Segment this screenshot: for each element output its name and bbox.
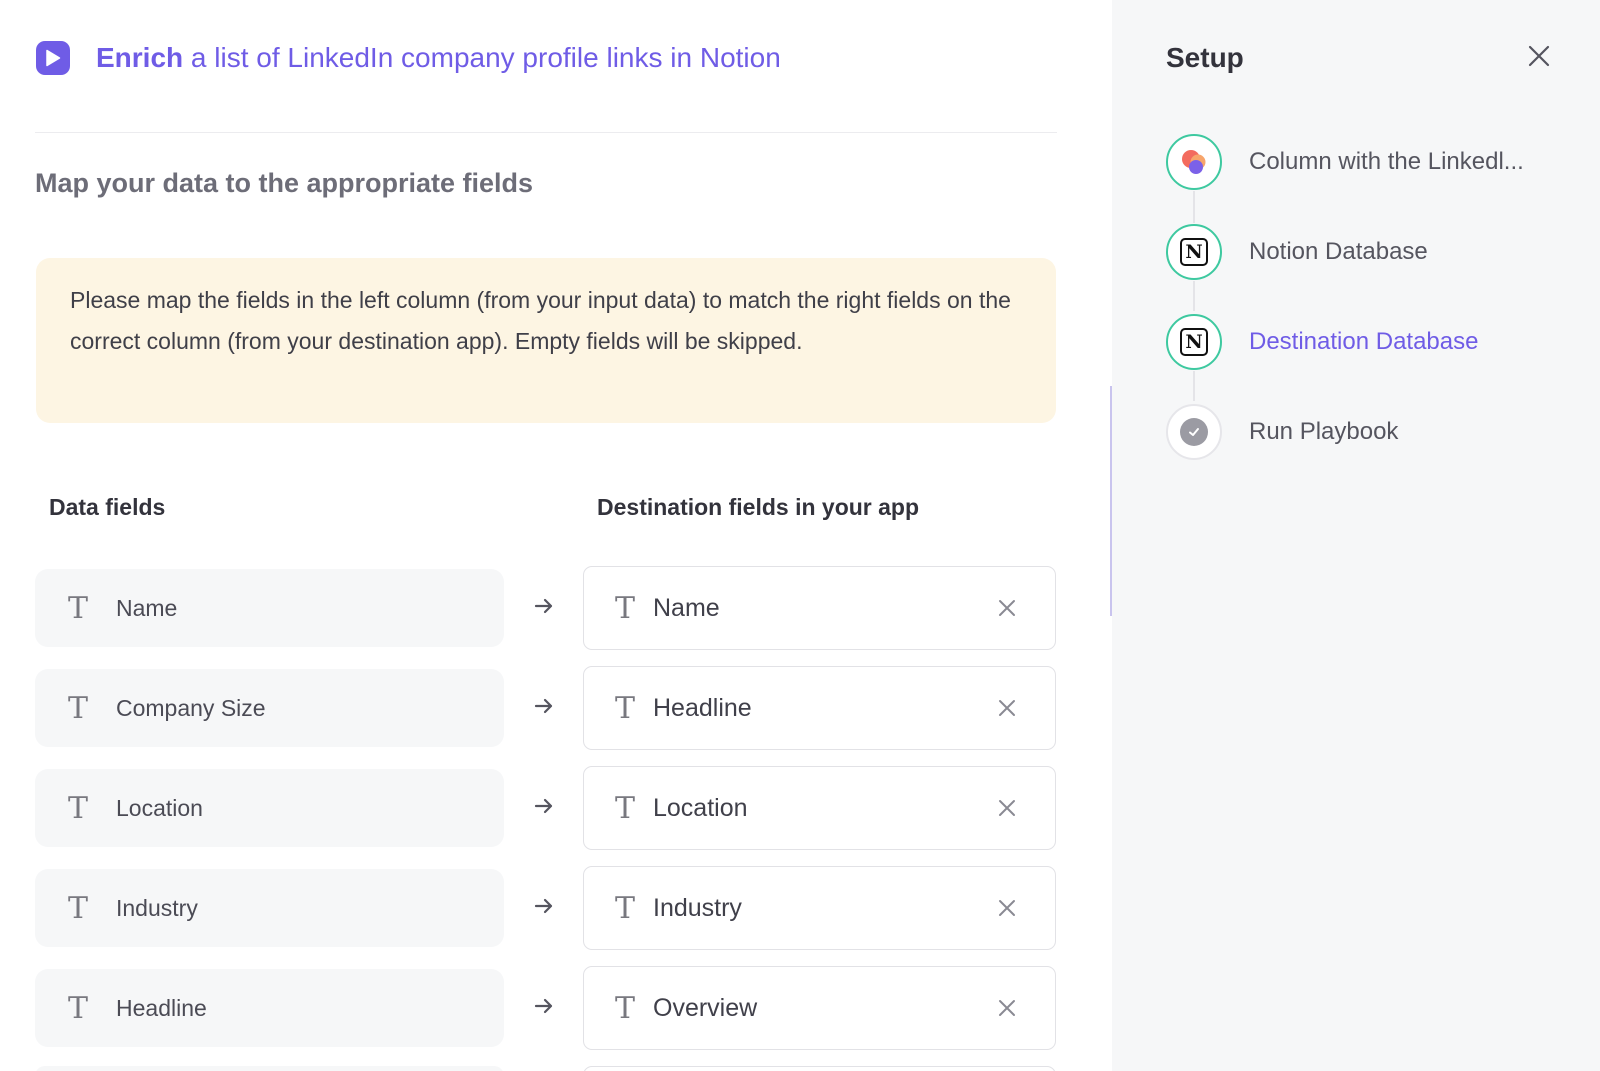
source-field-label: Industry xyxy=(116,894,198,921)
setup-step-column[interactable]: Column with the Linkedl... xyxy=(1166,133,1524,191)
arrow-right-icon xyxy=(534,798,553,814)
setup-step-run-playbook[interactable]: Run Playbook xyxy=(1166,403,1398,461)
source-field xyxy=(35,1066,504,1071)
step-connector xyxy=(1193,371,1195,401)
source-field-label: Location xyxy=(116,794,203,821)
close-icon xyxy=(999,800,1015,816)
source-field: T Location xyxy=(35,769,504,847)
text-type-icon: T xyxy=(67,590,88,626)
app-logo-icon xyxy=(1182,150,1206,174)
step-label: Notion Database xyxy=(1249,238,1428,265)
step-status-circle: N xyxy=(1166,224,1222,280)
source-field-label: Company Size xyxy=(116,694,266,721)
destination-field-label: Headline xyxy=(653,693,752,722)
destination-field-label: Industry xyxy=(653,893,742,922)
source-field: T Name xyxy=(35,569,504,647)
source-field: T Company Size xyxy=(35,669,504,747)
arrow-right-icon xyxy=(534,698,553,714)
mapping-row: T Name T Name xyxy=(0,566,1090,650)
playbook-title-verb: Enrich xyxy=(96,42,184,73)
step-connector xyxy=(1193,191,1195,223)
text-type-icon: T xyxy=(67,790,88,826)
setup-step-notion-database[interactable]: N Notion Database xyxy=(1166,223,1428,281)
source-field-label: Name xyxy=(116,594,178,621)
text-type-icon: T xyxy=(67,890,88,926)
close-icon xyxy=(999,1000,1015,1016)
clear-field-button[interactable] xyxy=(987,688,1027,728)
step-status-circle xyxy=(1166,404,1222,460)
destination-field-select[interactable]: T Overview xyxy=(583,966,1056,1050)
arrow-right-icon xyxy=(534,998,553,1014)
step-status-circle xyxy=(1166,134,1222,190)
step-status-circle: N xyxy=(1166,314,1222,370)
text-type-icon: T xyxy=(67,990,88,1026)
source-field: T Industry xyxy=(35,869,504,947)
mapping-row: T Industry T Industry xyxy=(0,866,1090,950)
close-panel-button[interactable] xyxy=(1523,40,1555,72)
check-icon xyxy=(1180,418,1208,446)
clear-field-button[interactable] xyxy=(987,988,1027,1028)
mapping-row: T Location T Location xyxy=(0,766,1090,850)
source-field: T Headline xyxy=(35,969,504,1047)
step-label: Run Playbook xyxy=(1249,418,1399,445)
text-type-icon: T xyxy=(614,790,635,826)
mapping-row: T Company Size T Headline xyxy=(0,666,1090,750)
setup-step-destination-database[interactable]: N Destination Database xyxy=(1166,313,1478,371)
clear-field-button[interactable] xyxy=(987,788,1027,828)
source-field-label: Headline xyxy=(116,994,207,1021)
mapping-row: T Headline T Overview xyxy=(0,966,1090,1050)
notion-icon: N xyxy=(1180,238,1208,266)
destination-field-select[interactable]: T Name xyxy=(583,566,1056,650)
destination-field-label: Overview xyxy=(653,993,758,1022)
destination-field-select[interactable]: T Industry xyxy=(583,866,1056,950)
playbook-header: Enrich a list of LinkedIn company profil… xyxy=(36,40,781,76)
step-label: Destination Database xyxy=(1249,328,1479,355)
close-icon xyxy=(999,900,1015,916)
play-icon xyxy=(36,41,70,75)
arrow-right-icon xyxy=(534,898,553,914)
main-panel: Enrich a list of LinkedIn company profil… xyxy=(0,0,1090,1071)
playbook-title: Enrich a list of LinkedIn company profil… xyxy=(96,42,781,74)
text-type-icon: T xyxy=(614,690,635,726)
text-type-icon: T xyxy=(614,890,635,926)
close-icon xyxy=(999,700,1015,716)
header-divider xyxy=(35,132,1057,133)
side-scroll-indicator xyxy=(1110,386,1112,616)
text-type-icon: T xyxy=(614,590,635,626)
notion-icon: N xyxy=(1180,328,1208,356)
section-title: Map your data to the appropriate fields xyxy=(35,168,534,198)
playbook-title-rest: a list of LinkedIn company profile links… xyxy=(183,42,781,73)
clear-field-button[interactable] xyxy=(987,888,1027,928)
destination-field-select[interactable]: T Location xyxy=(583,766,1056,850)
destination-field-label: Name xyxy=(653,593,720,622)
text-type-icon: T xyxy=(614,990,635,1026)
destination-field-label: Location xyxy=(653,793,748,822)
arrow-right-icon xyxy=(534,598,553,614)
text-type-icon: T xyxy=(67,690,88,726)
close-icon xyxy=(1528,45,1550,67)
mapping-notice: Please map the fields in the left column… xyxy=(36,258,1056,423)
destination-field-select[interactable] xyxy=(583,1066,1056,1071)
close-icon xyxy=(999,600,1015,616)
data-fields-header: Data fields xyxy=(49,494,166,520)
setup-title: Setup xyxy=(1166,42,1244,73)
step-connector xyxy=(1193,281,1195,311)
clear-field-button[interactable] xyxy=(987,588,1027,628)
step-label: Column with the Linkedl... xyxy=(1249,148,1524,175)
mapping-row-partial xyxy=(0,1066,1090,1071)
destination-fields-header: Destination fields in your app xyxy=(597,494,920,520)
destination-field-select[interactable]: T Headline xyxy=(583,666,1056,750)
